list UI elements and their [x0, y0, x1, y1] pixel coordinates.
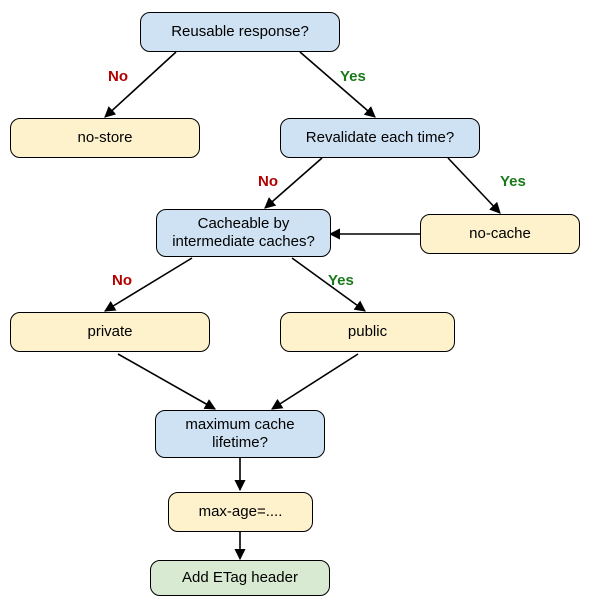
node-add-etag-header: Add ETag header — [150, 560, 330, 596]
node-reusable-response: Reusable response? — [140, 12, 340, 52]
flowchart: Reusable response? No Yes no-store Reval… — [0, 0, 595, 600]
edge-label-yes: Yes — [328, 272, 354, 289]
node-max-age: max-age=.... — [168, 492, 313, 532]
node-no-store: no-store — [10, 118, 200, 158]
node-public: public — [280, 312, 455, 352]
node-private: private — [10, 312, 210, 352]
node-cacheable-by-intermediate: Cacheable by intermediate caches? — [156, 209, 331, 257]
edge-label-no: No — [108, 68, 128, 85]
edge-label-yes: Yes — [500, 173, 526, 190]
edge-label-no: No — [258, 173, 278, 190]
edge-label-yes: Yes — [340, 68, 366, 85]
node-maximum-cache-lifetime: maximum cache lifetime? — [155, 410, 325, 458]
edge-label-no: No — [112, 272, 132, 289]
node-revalidate-each-time: Revalidate each time? — [280, 118, 480, 158]
node-no-cache: no-cache — [420, 214, 580, 254]
